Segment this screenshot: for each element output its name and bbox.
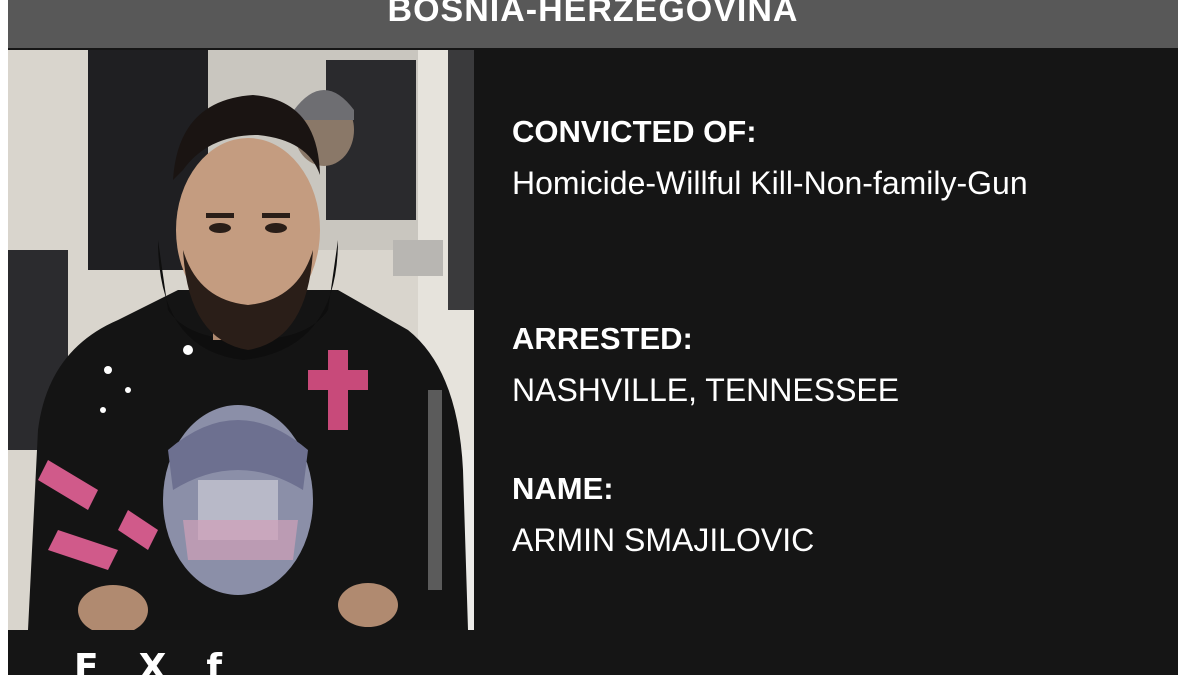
mugshot-photo bbox=[8, 50, 474, 630]
convicted-block: CONVICTED OF: Homicide-Willful Kill-Non-… bbox=[512, 110, 1152, 212]
flipboard-icon[interactable]: F bbox=[74, 648, 99, 675]
convicted-label: CONVICTED OF: bbox=[512, 114, 757, 149]
name-value: ARMIN SMAJILOVIC bbox=[512, 522, 815, 558]
facebook-icon[interactable]: f bbox=[206, 648, 222, 675]
arrested-value: NASHVILLE, TENNESSEE bbox=[512, 372, 900, 408]
wanted-card: BOSNIA-HERZEGOVINA CONVICTED OF: Homicid… bbox=[8, 0, 1178, 675]
name-block: NAME: ARMIN SMAJILOVIC bbox=[512, 467, 1152, 569]
name-label: NAME: bbox=[512, 471, 614, 506]
mugshot-image bbox=[8, 50, 474, 630]
x-icon[interactable]: X bbox=[139, 648, 167, 675]
convicted-value: Homicide-Willful Kill-Non-family-Gun bbox=[512, 165, 1028, 201]
share-bar: F X f bbox=[74, 648, 222, 675]
page: BOSNIA-HERZEGOVINA CONVICTED OF: Homicid… bbox=[0, 0, 1200, 675]
arrested-block: ARRESTED: NASHVILLE, TENNESSEE bbox=[512, 317, 1152, 419]
arrested-label: ARRESTED: bbox=[512, 321, 693, 356]
country-name: BOSNIA-HERZEGOVINA bbox=[387, 0, 799, 29]
country-banner: BOSNIA-HERZEGOVINA bbox=[8, 0, 1178, 48]
